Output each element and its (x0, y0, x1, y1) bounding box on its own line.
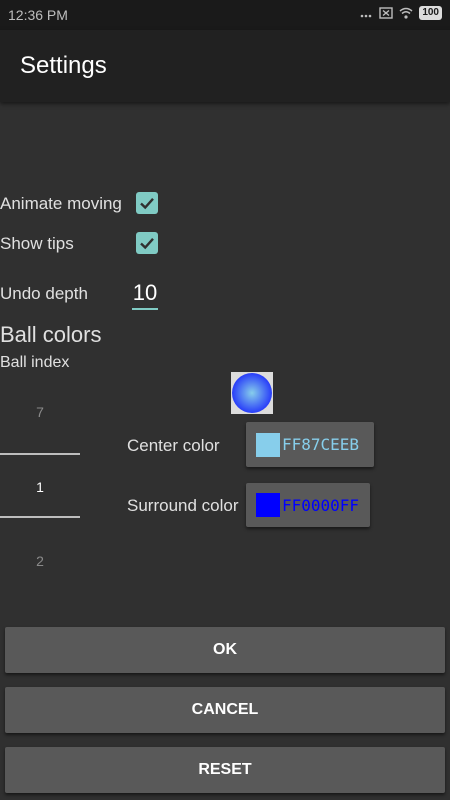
picker-divider-top (0, 453, 80, 455)
checkmark-icon (140, 197, 154, 210)
surround-color-label: Surround color (127, 496, 239, 515)
show-tips-label: Show tips (0, 234, 74, 253)
cancel-button[interactable]: CANCEL (5, 687, 445, 733)
show-tips-checkbox[interactable] (136, 232, 158, 254)
app-bar: Settings (0, 30, 450, 102)
animate-moving-label: Animate moving (0, 194, 122, 213)
ball-preview-icon (232, 373, 272, 413)
center-color-button[interactable]: FF87CEEB (246, 422, 374, 467)
undo-depth-label: Undo depth (0, 284, 88, 303)
status-time: 12:36 PM (8, 7, 68, 23)
battery-icon: 100 (419, 6, 442, 20)
picker-divider-bottom (0, 516, 80, 518)
center-color-label: Center color (127, 436, 220, 455)
dots-icon (361, 14, 372, 18)
surround-color-swatch (256, 493, 280, 517)
ball-colors-title: Ball colors (0, 322, 102, 347)
page-title: Settings (20, 52, 107, 79)
undo-depth-input[interactable]: 10 (132, 280, 158, 310)
animate-moving-checkbox[interactable] (136, 192, 158, 214)
checkmark-icon (140, 237, 154, 250)
reset-button[interactable]: RESET (5, 747, 445, 793)
status-icons: 100 (359, 6, 442, 20)
ball-preview (231, 372, 273, 414)
picker-next-value[interactable]: 2 (0, 553, 80, 569)
ok-button[interactable]: OK (5, 627, 445, 673)
picker-current-value[interactable]: 1 (0, 479, 80, 495)
close-box-icon (379, 7, 394, 19)
center-color-swatch (256, 432, 280, 457)
picker-prev-value[interactable]: 7 (0, 404, 80, 420)
surround-color-hex: FF0000FF (282, 495, 360, 515)
surround-color-button[interactable]: FF0000FF (246, 483, 370, 527)
wifi-icon (399, 7, 413, 19)
center-color-hex: FF87CEEB (282, 435, 360, 454)
status-bar: 12:36 PM 100 (0, 0, 450, 30)
ball-index-label: Ball index (0, 354, 70, 371)
